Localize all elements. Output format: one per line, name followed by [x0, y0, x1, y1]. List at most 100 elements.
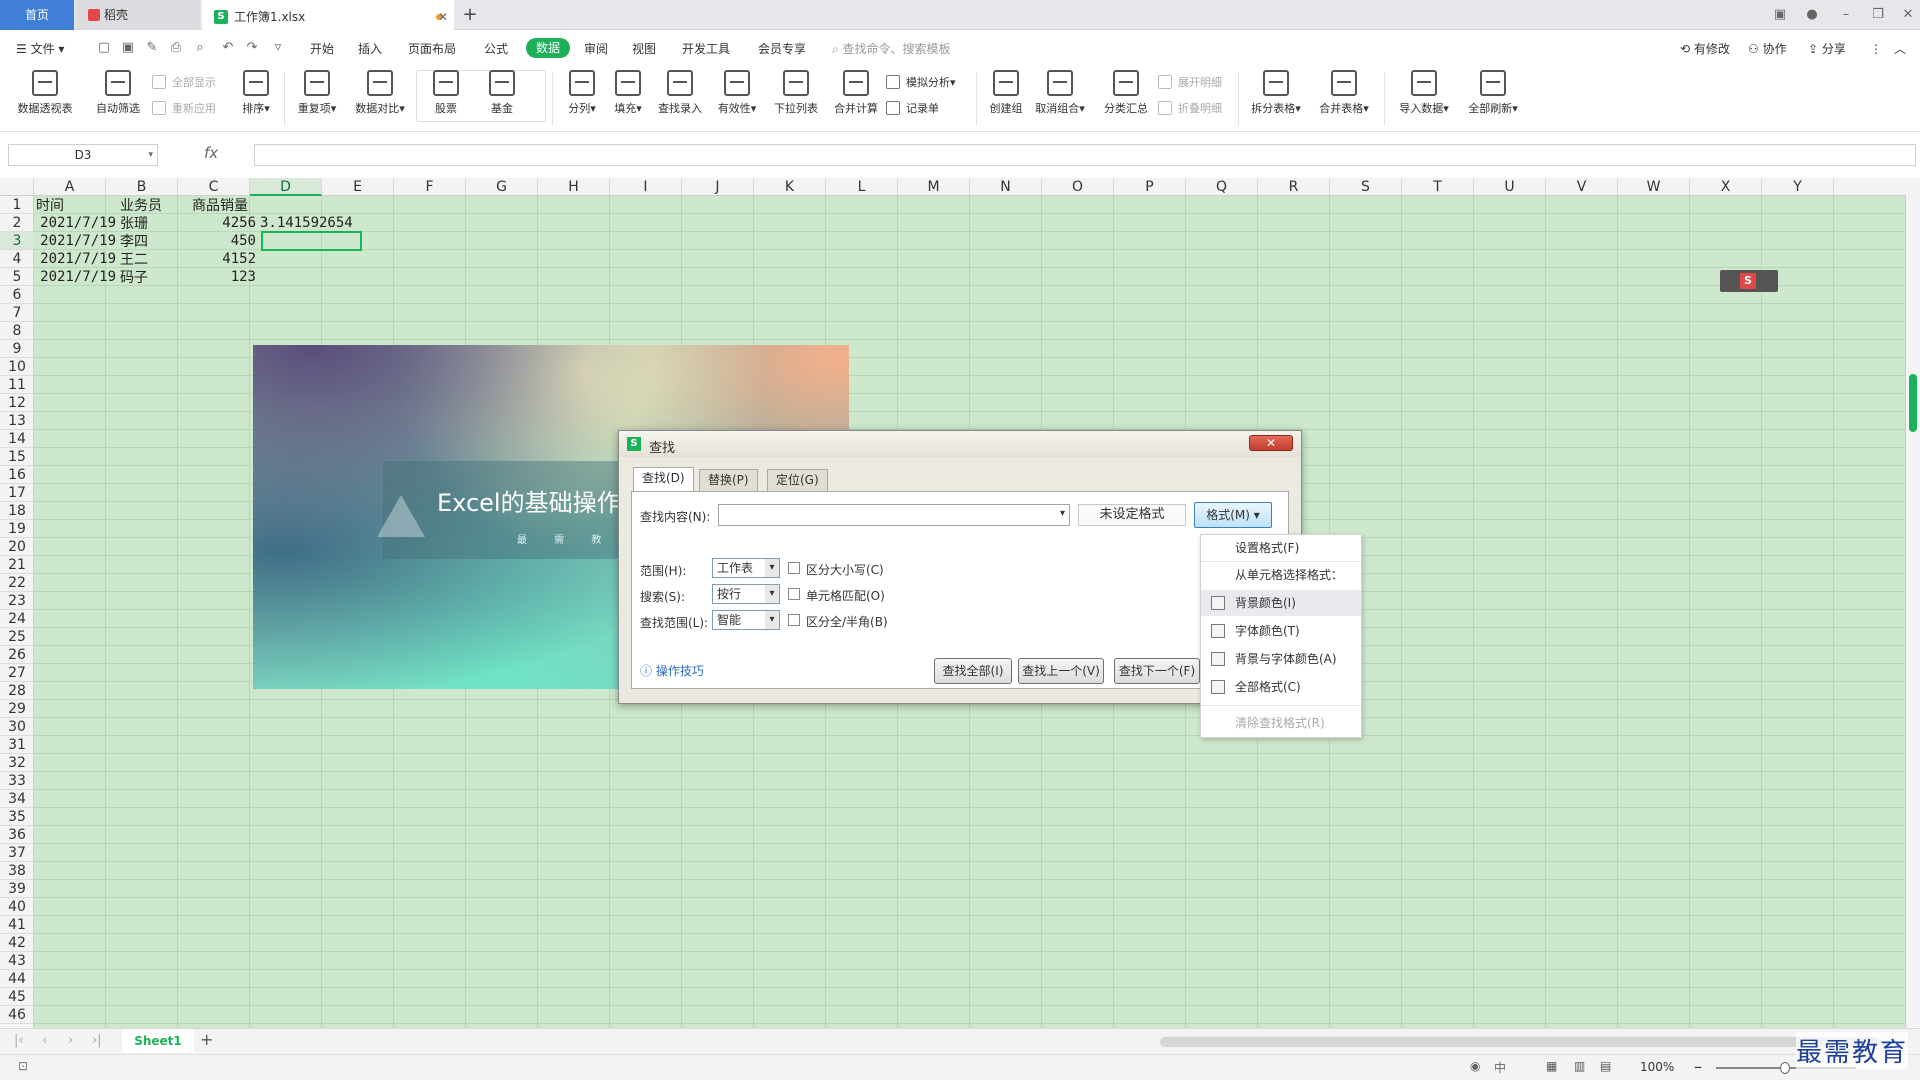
ungroup-button[interactable]: 取消组合▾ — [1030, 70, 1090, 116]
column-header-i[interactable]: I — [610, 178, 682, 196]
menu-view[interactable]: 视图 — [632, 39, 656, 59]
consolidate-button[interactable]: 合并计算 — [828, 70, 884, 116]
row-header-7[interactable]: 7 — [0, 304, 34, 322]
find-all-button[interactable]: 查找全部(I) — [934, 658, 1012, 684]
row-header-22[interactable]: 22 — [0, 574, 34, 592]
row-header-12[interactable]: 12 — [0, 394, 34, 412]
tab-home[interactable]: 首页 — [0, 0, 74, 30]
row-header-43[interactable]: 43 — [0, 952, 34, 970]
vertical-scroll-thumb[interactable] — [1909, 374, 1917, 432]
column-header-f[interactable]: F — [394, 178, 466, 196]
column-header-o[interactable]: O — [1042, 178, 1114, 196]
macro-icon[interactable]: ⊡ — [18, 1059, 28, 1073]
show-all-button[interactable]: 全部显示 — [152, 74, 216, 90]
subtotal-button[interactable]: 分类汇总 — [1098, 70, 1154, 116]
header-cell-qty[interactable]: 商品销量 — [192, 196, 248, 214]
cell-pi-value[interactable]: 3.141592654 — [260, 214, 390, 232]
save-icon[interactable]: ▣ — [120, 40, 136, 56]
column-header-r[interactable]: R — [1258, 178, 1330, 196]
column-header-n[interactable]: N — [970, 178, 1042, 196]
menu-member[interactable]: 会员专享 — [758, 39, 806, 59]
row-header-4[interactable]: 4 — [0, 250, 34, 268]
record-form-button[interactable]: 记录单 — [886, 100, 939, 116]
tab-workbook[interactable]: S 工作簿1.xlsx ✕ — [202, 0, 454, 30]
column-header-g[interactable]: G — [466, 178, 538, 196]
print-icon[interactable]: ⎙ — [168, 40, 184, 56]
preview-icon[interactable]: ⌕ — [192, 40, 208, 56]
dialog-close-button[interactable]: ✕ — [1249, 435, 1293, 451]
pivot-table-button[interactable]: 数据透视表 — [12, 70, 78, 116]
ime-toolbar[interactable]: S — [1720, 270, 1778, 292]
row-header-46[interactable]: 46 — [0, 1006, 34, 1024]
cell-date[interactable]: 2021/7/19 — [34, 232, 116, 250]
input-mode-icon[interactable]: 中 — [1494, 1059, 1506, 1076]
sheet-tab-sheet1[interactable]: Sheet1 — [122, 1029, 194, 1053]
reading-view-icon[interactable]: ▤ — [1600, 1059, 1611, 1073]
row-header-19[interactable]: 19 — [0, 520, 34, 538]
whole-cell-checkbox[interactable] — [788, 588, 800, 600]
tab-find[interactable]: 查找(D) — [633, 467, 694, 491]
row-header-33[interactable]: 33 — [0, 772, 34, 790]
look-in-select[interactable]: 智能 — [712, 610, 780, 630]
restore-icon[interactable]: ❐ — [1862, 0, 1894, 30]
eye-protect-icon[interactable]: ◉ — [1470, 1059, 1480, 1073]
row-header-15[interactable]: 15 — [0, 448, 34, 466]
column-header-d[interactable]: D — [250, 178, 322, 196]
row-header-24[interactable]: 24 — [0, 610, 34, 628]
tab-replace[interactable]: 替换(P) — [699, 469, 758, 491]
scope-select[interactable]: 工作表 — [712, 558, 780, 578]
row-header-44[interactable]: 44 — [0, 970, 34, 988]
create-group-button[interactable]: 创建组 — [984, 70, 1028, 116]
fill-button[interactable]: 填充▾ — [606, 70, 650, 116]
row-header-5[interactable]: 5 — [0, 268, 34, 286]
format-painter-icon[interactable]: ✎ — [144, 40, 160, 56]
split-table-button[interactable]: 拆分表格▾ — [1246, 70, 1306, 116]
horizontal-scrollbar[interactable] — [1160, 1037, 1880, 1047]
page-break-view-icon[interactable]: ▥ — [1574, 1059, 1585, 1073]
collab-button[interactable]: ⚇ 协作 — [1748, 39, 1787, 59]
refresh-all-button[interactable]: 全部刷新▾ — [1462, 70, 1524, 116]
zoom-out-icon[interactable]: – — [1694, 1057, 1702, 1076]
menu-set-format[interactable]: 设置格式(F) — [1201, 535, 1361, 561]
row-header-35[interactable]: 35 — [0, 808, 34, 826]
cell-date[interactable]: 2021/7/19 — [34, 268, 116, 286]
column-header-h[interactable]: H — [538, 178, 610, 196]
row-header-38[interactable]: 38 — [0, 862, 34, 880]
cell-date[interactable]: 2021/7/19 — [34, 214, 116, 232]
prev-sheet-icon[interactable]: ‹ — [42, 1033, 47, 1048]
new-icon[interactable]: ▢ — [96, 40, 112, 56]
match-case-checkbox[interactable] — [788, 562, 800, 574]
row-header-30[interactable]: 30 — [0, 718, 34, 736]
row-header-39[interactable]: 39 — [0, 880, 34, 898]
share-button[interactable]: ⇪ 分享 — [1808, 39, 1846, 59]
merge-table-button[interactable]: 合并表格▾ — [1314, 70, 1374, 116]
search-select[interactable]: 按行 — [712, 584, 780, 604]
menu-font-color[interactable]: 字体颜色(T) — [1201, 618, 1361, 644]
row-header-37[interactable]: 37 — [0, 844, 34, 862]
expand-detail-button[interactable]: 展开明细 — [1158, 74, 1222, 90]
row-header-28[interactable]: 28 — [0, 682, 34, 700]
row-header-13[interactable]: 13 — [0, 412, 34, 430]
row-header-42[interactable]: 42 — [0, 934, 34, 952]
menu-start[interactable]: 开始 — [310, 39, 334, 59]
cell-date[interactable]: 2021/7/19 — [34, 250, 116, 268]
duplicates-button[interactable]: 重复项▾ — [292, 70, 342, 116]
column-header-q[interactable]: Q — [1186, 178, 1258, 196]
column-header-a[interactable]: A — [34, 178, 106, 196]
column-header-p[interactable]: P — [1114, 178, 1186, 196]
dialog-titlebar[interactable]: S 查找 ✕ — [619, 431, 1301, 457]
row-header-40[interactable]: 40 — [0, 898, 34, 916]
row-header-18[interactable]: 18 — [0, 502, 34, 520]
cell-name[interactable]: 码子 — [120, 268, 148, 286]
column-header-e[interactable]: E — [322, 178, 394, 196]
menu-layout[interactable]: 页面布局 — [408, 39, 456, 59]
menu-developer[interactable]: 开发工具 — [682, 39, 730, 59]
column-header-w[interactable]: W — [1618, 178, 1690, 196]
row-header-32[interactable]: 32 — [0, 754, 34, 772]
row-header-27[interactable]: 27 — [0, 664, 34, 682]
menu-data[interactable]: 数据 — [526, 38, 571, 58]
column-header-l[interactable]: L — [826, 178, 898, 196]
column-header-u[interactable]: U — [1474, 178, 1546, 196]
row-header-16[interactable]: 16 — [0, 466, 34, 484]
cell-qty[interactable]: 123 — [188, 268, 256, 286]
